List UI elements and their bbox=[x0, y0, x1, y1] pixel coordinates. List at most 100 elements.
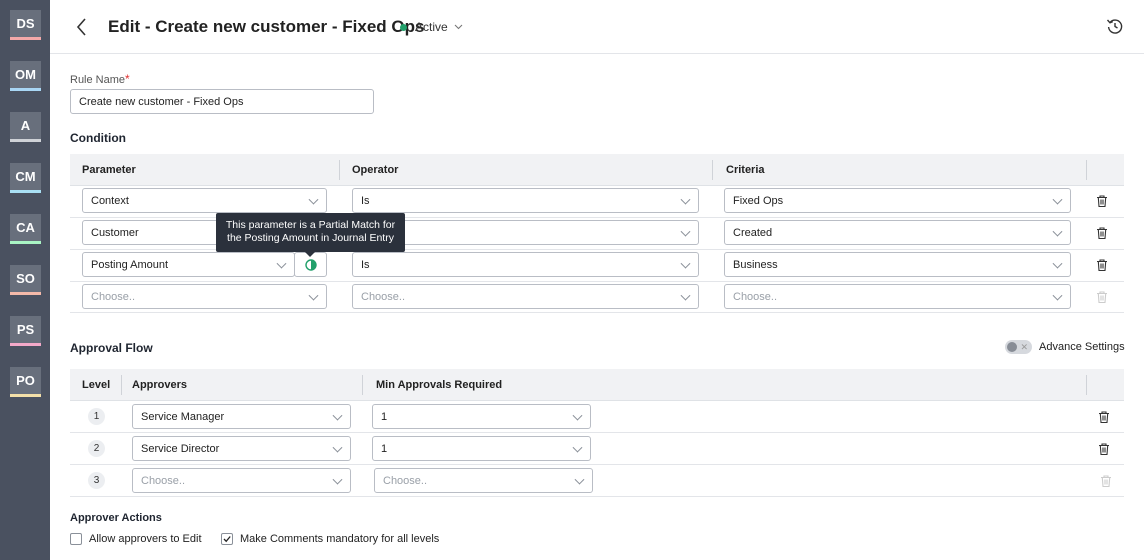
chevron-down-icon bbox=[332, 442, 343, 453]
rule-name-label: Rule Name* bbox=[70, 72, 130, 86]
parameter-select[interactable]: Choose.. bbox=[82, 284, 327, 309]
rail-item-a[interactable]: A bbox=[10, 112, 41, 142]
min-approvals-select[interactable]: 1 bbox=[372, 404, 591, 429]
level-badge: 1 bbox=[88, 408, 105, 425]
tooltip-text: This parameter is a Partial Match for th… bbox=[225, 219, 396, 244]
rail-item-po[interactable]: PO bbox=[10, 367, 41, 397]
parameter-select[interactable]: Posting Amount bbox=[82, 252, 295, 277]
chevron-down-icon bbox=[680, 290, 691, 301]
chevron-down-icon bbox=[308, 290, 319, 301]
col-separator bbox=[712, 160, 713, 180]
operator-placeholder: Choose.. bbox=[361, 290, 406, 303]
criteria-select[interactable]: Created bbox=[724, 220, 1071, 245]
chevron-down-icon bbox=[680, 258, 691, 269]
trash-icon[interactable] bbox=[1095, 258, 1109, 272]
approver-value: Service Director bbox=[141, 442, 220, 455]
condition-title: Condition bbox=[70, 131, 126, 145]
chevron-down-icon bbox=[1052, 226, 1063, 237]
parameter-value: Context bbox=[91, 194, 129, 207]
operator-select[interactable]: Is bbox=[352, 252, 699, 277]
criteria-value: Business bbox=[733, 258, 778, 271]
approver-actions-title: Approver Actions bbox=[70, 512, 162, 524]
approver-select[interactable]: Service Director bbox=[132, 436, 351, 461]
col-approvers: Approvers bbox=[132, 378, 188, 391]
col-separator bbox=[121, 375, 122, 395]
chevron-down-icon bbox=[454, 24, 463, 30]
trash-icon[interactable] bbox=[1095, 194, 1109, 208]
col-parameter: Parameter bbox=[82, 163, 136, 176]
row-divider bbox=[70, 464, 1124, 465]
allow-edit-checkbox[interactable] bbox=[70, 533, 82, 545]
advance-settings-toggle[interactable]: ✕ bbox=[1005, 340, 1032, 354]
min-approvals-select[interactable]: 1 bbox=[372, 436, 591, 461]
criteria-placeholder: Choose.. bbox=[733, 290, 778, 303]
col-separator bbox=[1086, 160, 1087, 180]
chevron-down-icon bbox=[332, 474, 343, 485]
allow-edit-label: Allow approvers to Edit bbox=[89, 533, 202, 545]
col-level: Level bbox=[82, 378, 111, 391]
chevron-down-icon bbox=[572, 410, 583, 421]
level-badge: 3 bbox=[88, 472, 105, 489]
parameter-value: Posting Amount bbox=[91, 258, 169, 271]
rail-item-om[interactable]: OM bbox=[10, 61, 41, 91]
required-mark: * bbox=[125, 72, 130, 86]
status-dropdown[interactable]: Active bbox=[400, 20, 463, 34]
app-rail: DS OM A CM CA SO PS PO bbox=[0, 0, 50, 560]
chevron-down-icon bbox=[1052, 290, 1063, 301]
operator-value: Is bbox=[361, 258, 370, 271]
criteria-select[interactable]: Choose.. bbox=[724, 284, 1071, 309]
chevron-down-icon bbox=[574, 474, 585, 485]
min-approvals-value: 1 bbox=[381, 442, 388, 455]
approver-value: Service Manager bbox=[141, 410, 225, 423]
row-divider bbox=[70, 312, 1124, 313]
min-approvals-value: 1 bbox=[381, 410, 388, 423]
condition-table-header: Parameter Operator Criteria bbox=[70, 154, 1124, 186]
approver-placeholder: Choose.. bbox=[141, 474, 186, 487]
min-approvals-placeholder: Choose.. bbox=[383, 474, 428, 487]
row-divider bbox=[70, 496, 1124, 497]
approver-select[interactable]: Choose.. bbox=[132, 468, 351, 493]
min-approvals-select[interactable]: Choose.. bbox=[374, 468, 593, 493]
rail-item-cm[interactable]: CM bbox=[10, 163, 41, 193]
trash-icon[interactable] bbox=[1097, 442, 1111, 456]
criteria-select[interactable]: Business bbox=[724, 252, 1071, 277]
col-separator bbox=[339, 160, 340, 180]
rail-item-ds[interactable]: DS bbox=[10, 10, 41, 40]
rail-item-ps[interactable]: PS bbox=[10, 316, 41, 346]
chevron-down-icon bbox=[680, 226, 691, 237]
operator-value: Is bbox=[361, 194, 370, 207]
operator-select[interactable]: Is bbox=[352, 188, 699, 213]
approver-select[interactable]: Service Manager bbox=[132, 404, 351, 429]
history-icon[interactable] bbox=[1106, 17, 1124, 35]
parameter-value: Customer bbox=[91, 226, 139, 239]
partial-match-icon bbox=[304, 258, 317, 271]
chevron-down-icon bbox=[572, 442, 583, 453]
checkmark-icon bbox=[223, 536, 231, 543]
tooltip-arrow bbox=[305, 252, 315, 257]
trash-icon-disabled bbox=[1101, 475, 1111, 488]
col-criteria: Criteria bbox=[726, 163, 765, 176]
advance-settings-label: Advance Settings bbox=[1039, 341, 1125, 353]
level-badge: 2 bbox=[88, 440, 105, 457]
chevron-down-icon bbox=[276, 258, 287, 269]
page-title: Edit - Create new customer - Fixed Ops bbox=[108, 17, 425, 36]
col-operator: Operator bbox=[352, 163, 399, 176]
rail-item-ca[interactable]: CA bbox=[10, 214, 41, 244]
criteria-select[interactable]: Fixed Ops bbox=[724, 188, 1071, 213]
status-dot-icon bbox=[400, 23, 407, 31]
partial-match-tooltip: This parameter is a Partial Match for th… bbox=[216, 213, 405, 257]
parameter-select[interactable]: Context bbox=[82, 188, 327, 213]
criteria-value: Created bbox=[733, 226, 773, 239]
trash-icon-disabled bbox=[1097, 291, 1107, 304]
operator-select[interactable]: Choose.. bbox=[352, 284, 699, 309]
row-divider bbox=[70, 432, 1124, 433]
rail-item-so[interactable]: SO bbox=[10, 265, 41, 295]
comments-mandatory-checkbox[interactable] bbox=[221, 533, 233, 545]
toggle-knob bbox=[1007, 342, 1017, 352]
chevron-down-icon bbox=[1052, 194, 1063, 205]
rule-name-input[interactable]: Create new customer - Fixed Ops bbox=[70, 89, 374, 114]
chevron-left-icon[interactable] bbox=[76, 16, 88, 38]
trash-icon[interactable] bbox=[1097, 410, 1111, 424]
parameter-placeholder: Choose.. bbox=[91, 290, 136, 303]
trash-icon[interactable] bbox=[1095, 226, 1109, 240]
